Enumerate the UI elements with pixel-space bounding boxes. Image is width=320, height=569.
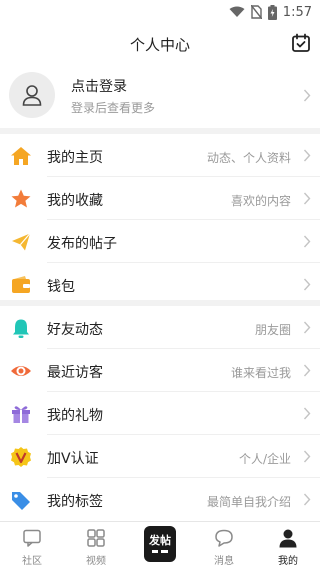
chat-bubble-icon <box>215 529 233 547</box>
menu-item-hint: 喜欢的内容 <box>230 194 291 208</box>
tab-me[interactable]: 我的 <box>256 522 320 569</box>
v-badge-icon <box>11 447 31 467</box>
tab-community[interactable]: 社区 <box>0 522 64 569</box>
menu-item-label: 我的收藏 <box>47 193 103 209</box>
chevron-right-icon <box>303 493 311 506</box>
tab-label: 消息 <box>214 556 234 567</box>
menu-item-homepage[interactable]: 我的主页 动态、个人资料 <box>0 134 320 177</box>
menu-item-label: 最近访客 <box>47 365 103 381</box>
battery-charging-icon <box>267 4 277 20</box>
star-icon <box>11 189 31 208</box>
menu-item-hint: 个人/企业 <box>238 452 291 466</box>
menu-item-v-verification[interactable]: 加V认证 个人/企业 <box>0 435 320 478</box>
menu-item-hint: 最简单自我介绍 <box>206 495 291 509</box>
chevron-right-icon <box>303 407 311 420</box>
post-bars-icon <box>152 550 168 553</box>
header: 个人中心 <box>0 24 320 64</box>
user-avatar-icon[interactable] <box>9 72 55 118</box>
tab-label: 社区 <box>22 556 42 567</box>
menu-item-label: 我的礼物 <box>47 408 103 424</box>
chevron-right-icon <box>303 278 311 291</box>
wifi-icon <box>229 6 245 17</box>
status-time: 1:57 <box>282 4 312 20</box>
community-icon <box>23 529 41 547</box>
login-subtitle: 登录后查看更多 <box>71 101 156 115</box>
chevron-right-icon <box>303 364 311 377</box>
tab-label: 我的 <box>278 556 298 567</box>
chevron-right-icon <box>303 321 311 334</box>
menu-item-label: 加V认证 <box>47 451 99 467</box>
paper-plane-icon <box>12 233 31 251</box>
tab-label: 视频 <box>86 556 106 567</box>
tab-video[interactable]: 视频 <box>64 522 128 569</box>
bell-icon <box>13 319 29 338</box>
chevron-right-icon <box>303 89 311 102</box>
tag-icon <box>12 492 30 510</box>
gift-icon <box>12 406 30 423</box>
status-bar: 1:57 <box>0 0 320 24</box>
chevron-right-icon <box>303 149 311 162</box>
video-grid-icon <box>87 529 105 547</box>
menu-item-favorites[interactable]: 我的收藏 喜欢的内容 <box>0 177 320 220</box>
menu-item-recent-visitors[interactable]: 最近访客 谁来看过我 <box>0 349 320 392</box>
wallet-icon <box>12 276 30 293</box>
login-title[interactable]: 点击登录 <box>71 76 127 96</box>
login-card[interactable]: 点击登录 登录后查看更多 <box>0 64 320 128</box>
menu-item-gifts[interactable]: 我的礼物 <box>0 392 320 435</box>
menu-item-tags[interactable]: 我的标签 最简单自我介绍 <box>0 478 320 521</box>
menu-item-my-posts[interactable]: 发布的帖子 <box>0 220 320 263</box>
menu-item-label: 好友动态 <box>47 322 103 338</box>
no-sim-icon <box>250 5 262 19</box>
chevron-right-icon <box>303 235 311 248</box>
menu-item-label: 我的主页 <box>47 150 103 166</box>
tab-messages[interactable]: 消息 <box>192 522 256 569</box>
menu-item-hint: 谁来看过我 <box>230 366 291 380</box>
chevron-right-icon <box>303 192 311 205</box>
menu-item-label: 发布的帖子 <box>47 236 117 252</box>
calendar-check-icon[interactable] <box>291 33 311 53</box>
post-button[interactable]: 发帖 <box>144 526 176 562</box>
home-icon <box>11 147 31 165</box>
status-icons: 1:57 <box>229 3 312 21</box>
menu-item-hint: 朋友圈 <box>254 323 291 337</box>
menu-item-hint: 动态、个人资料 <box>206 151 291 165</box>
post-button-label: 发帖 <box>149 534 171 547</box>
eye-icon <box>11 366 31 376</box>
menu-item-friend-updates[interactable]: 好友动态 朋友圈 <box>0 306 320 349</box>
menu-item-label: 我的标签 <box>47 494 103 510</box>
person-icon <box>279 529 297 548</box>
page-title: 个人中心 <box>129 36 190 54</box>
chevron-right-icon <box>303 450 311 463</box>
menu-item-label: 钱包 <box>47 279 75 295</box>
